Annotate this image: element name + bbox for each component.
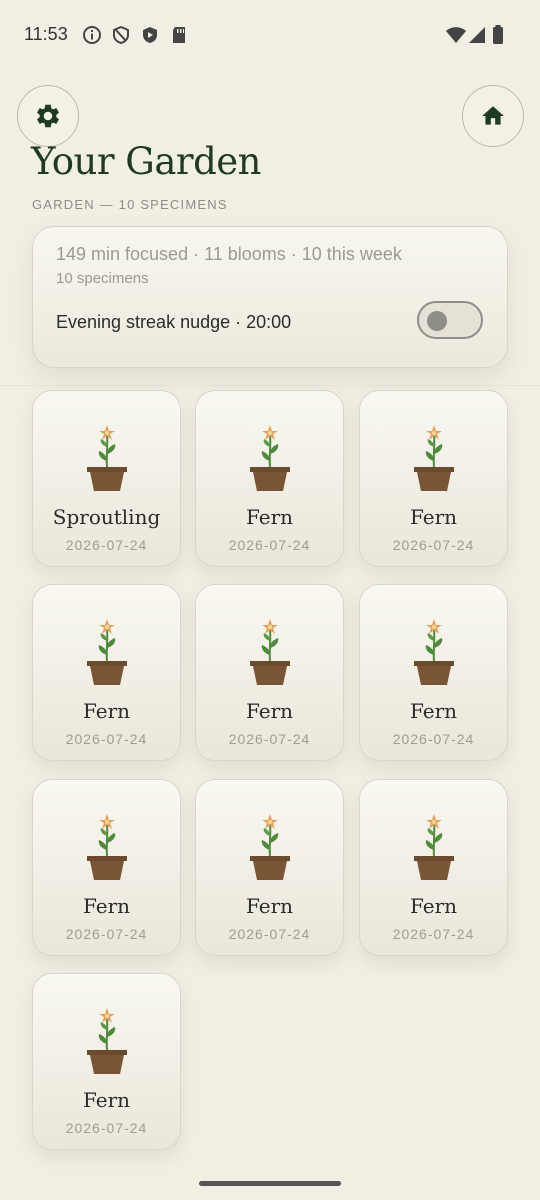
- specimen-date: 2026-07-24: [65, 926, 148, 942]
- specimen-name: Fern: [409, 505, 458, 529]
- garden-screen: 11:53 Your Garden GARDEN — 10 SPECIMENS …: [0, 0, 540, 1200]
- specimen-date: 2026-07-24: [65, 1120, 148, 1136]
- specimen-date: 2026-07-24: [65, 537, 148, 553]
- specimen-grid: Sproutling 2026-07-24 Fern 2026-07-24 Fern 20…: [0, 0, 540, 1200]
- specimen-tile[interactable]: Fern 2026-07-24: [195, 584, 344, 761]
- potted-plant-icon: [249, 814, 290, 880]
- potted-plant-icon: [86, 619, 127, 685]
- potted-plant-icon: [413, 425, 454, 491]
- specimen-tile[interactable]: Fern 2026-07-24: [32, 584, 181, 761]
- specimen-name: Fern: [245, 505, 294, 529]
- specimen-tile[interactable]: Fern 2026-07-24: [359, 390, 508, 567]
- specimen-tile[interactable]: Fern 2026-07-24: [32, 779, 181, 956]
- potted-plant-icon: [413, 619, 454, 685]
- potted-plant-icon: [86, 814, 127, 880]
- specimen-name: Fern: [409, 894, 458, 918]
- potted-plant-icon: [86, 425, 127, 491]
- specimen-date: 2026-07-24: [392, 537, 475, 553]
- specimen-tile[interactable]: Sproutling 2026-07-24: [32, 390, 181, 567]
- specimen-name: Fern: [82, 699, 131, 723]
- specimen-date: 2026-07-24: [392, 731, 475, 747]
- specimen-date: 2026-07-24: [228, 731, 311, 747]
- potted-plant-icon: [249, 425, 290, 491]
- specimen-name: Sproutling: [52, 505, 161, 529]
- specimen-date: 2026-07-24: [228, 926, 311, 942]
- potted-plant-icon: [413, 814, 454, 880]
- specimen-name: Fern: [245, 699, 294, 723]
- specimen-name: Fern: [82, 1088, 131, 1112]
- specimen-date: 2026-07-24: [228, 537, 311, 553]
- gesture-nav-handle[interactable]: [199, 1181, 341, 1186]
- specimen-name: Fern: [245, 894, 294, 918]
- potted-plant-icon: [86, 1008, 127, 1074]
- specimen-tile[interactable]: Fern 2026-07-24: [359, 779, 508, 956]
- specimen-date: 2026-07-24: [65, 731, 148, 747]
- specimen-name: Fern: [82, 894, 131, 918]
- specimen-tile[interactable]: Fern 2026-07-24: [32, 973, 181, 1150]
- specimen-name: Fern: [409, 699, 458, 723]
- specimen-tile[interactable]: Fern 2026-07-24: [195, 390, 344, 567]
- potted-plant-icon: [249, 619, 290, 685]
- specimen-tile[interactable]: Fern 2026-07-24: [195, 779, 344, 956]
- specimen-date: 2026-07-24: [392, 926, 475, 942]
- specimen-tile[interactable]: Fern 2026-07-24: [359, 584, 508, 761]
